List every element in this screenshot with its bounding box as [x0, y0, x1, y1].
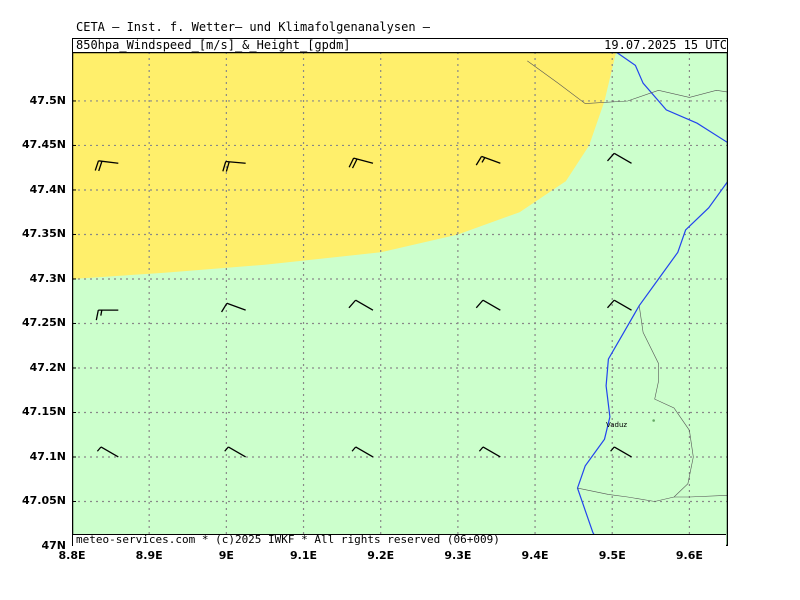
- lat-tick-label: 47.35N: [22, 227, 66, 241]
- lon-tick-label: 9.5E: [598, 549, 626, 562]
- copyright-footer: meteo-services.com * (c)2025 IWKF * All …: [76, 533, 500, 546]
- map-panel: [72, 52, 728, 546]
- map-subtitle: 850hpa_Windspeed_[m/s]_&_Height_[gpdm]: [76, 38, 351, 52]
- lat-tick-label: 47.1N: [29, 449, 66, 463]
- lat-tick-label: 47.45N: [22, 138, 66, 152]
- lat-tick-label: 47.5N: [29, 93, 66, 107]
- lon-tick-label: 9.6E: [675, 549, 703, 562]
- lon-tick-label: 9.4E: [521, 549, 549, 562]
- lat-tick-label: 47.3N: [29, 271, 66, 285]
- city-marker: [652, 419, 655, 422]
- lat-tick-label: 47.05N: [22, 494, 66, 508]
- lat-tick-label: 47.25N: [22, 316, 66, 330]
- lon-tick-label: 9.3E: [444, 549, 472, 562]
- valid-time: 19.07.2025 15 UTC: [604, 38, 727, 52]
- lon-tick-label: 9E: [218, 549, 234, 562]
- lon-tick-label: 8.8E: [58, 549, 86, 562]
- lat-tick-label: 47.2N: [29, 360, 66, 374]
- lon-tick-label: 8.9E: [135, 549, 163, 562]
- map-canvas: [72, 52, 728, 546]
- lat-tick-label: 47.15N: [22, 405, 66, 419]
- city-label-vaduz: Vaduz: [606, 421, 628, 429]
- lat-tick-label: 47.4N: [29, 182, 66, 196]
- lon-tick-label: 9.1E: [290, 549, 318, 562]
- lon-tick-label: 9.2E: [367, 549, 395, 562]
- map-title: CETA – Inst. f. Wetter– und Klimafolgena…: [76, 20, 431, 34]
